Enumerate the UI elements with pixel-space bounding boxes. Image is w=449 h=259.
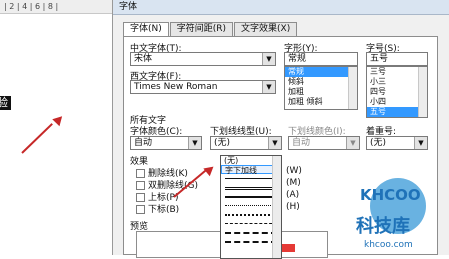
- scrollbar[interactable]: [272, 156, 281, 258]
- list-item[interactable]: 加粗 倾斜: [285, 97, 357, 107]
- dialog-title: 字体: [113, 0, 449, 15]
- size-list[interactable]: 三号 小三 四号 小四 五号: [366, 66, 428, 118]
- underline-value: (无): [214, 138, 231, 148]
- underline-dropdown[interactable]: (无) 字下加线: [220, 155, 282, 259]
- chinese-font-select[interactable]: 宋体 ▼: [130, 52, 276, 66]
- chevron-down-icon[interactable]: ▼: [346, 137, 359, 149]
- effect-right-label: (A): [286, 190, 300, 200]
- scrollbar[interactable]: [348, 67, 357, 109]
- font-color-value: 自动: [134, 138, 153, 148]
- style-input[interactable]: 常规: [284, 52, 358, 66]
- tab-spacing[interactable]: 字符间距(R): [169, 22, 234, 36]
- font-color-select[interactable]: 自动 ▼: [130, 136, 202, 150]
- selected-text[interactable]: 验: [0, 96, 11, 110]
- effect-right-label: (W): [286, 166, 302, 176]
- dialog-tabs: 字体(N) 字符间距(R) 文字效果(X): [123, 22, 298, 38]
- chevron-down-icon[interactable]: ▼: [268, 137, 281, 149]
- style-list[interactable]: 常规 倾斜 加粗 加粗 倾斜: [284, 66, 358, 110]
- chevron-down-icon[interactable]: ▼: [188, 137, 201, 149]
- chevron-down-icon[interactable]: ▼: [262, 81, 275, 93]
- chinese-font-value: 宋体: [134, 54, 153, 64]
- watermark-logo-text: KHCOO: [360, 186, 421, 204]
- western-font-value: Times New Roman: [134, 82, 218, 92]
- underline-color-value: 自动: [292, 138, 311, 148]
- watermark-logo-url: khcoo.com: [364, 240, 413, 250]
- underline-select[interactable]: (无) ▼: [210, 136, 282, 150]
- size-input[interactable]: 五号: [366, 52, 428, 66]
- chevron-down-icon[interactable]: ▼: [262, 53, 275, 65]
- list-item[interactable]: 常规: [285, 67, 357, 77]
- scrollbar[interactable]: [418, 67, 427, 117]
- underline-color-select[interactable]: 自动 ▼: [288, 136, 360, 150]
- watermark-logo-cn: 科技库: [356, 216, 410, 237]
- subscript-checkbox[interactable]: 下标(B): [136, 202, 179, 215]
- effect-right-label: (H): [286, 202, 300, 212]
- list-item[interactable]: 倾斜: [285, 77, 357, 87]
- emphasis-value: (无): [370, 138, 387, 148]
- effect-right-label: (M): [286, 178, 301, 188]
- style-value: 常规: [288, 54, 307, 64]
- ruler: | 2 | 4 | 6 | 8 |: [0, 0, 112, 14]
- list-item[interactable]: 加粗: [285, 87, 357, 97]
- document-area: | 2 | 4 | 6 | 8 | 验: [0, 0, 112, 255]
- western-font-select[interactable]: Times New Roman ▼: [130, 80, 276, 94]
- chevron-down-icon[interactable]: ▼: [414, 137, 427, 149]
- checkbox-label: 下标(B): [148, 205, 180, 215]
- tab-effects[interactable]: 文字效果(X): [234, 22, 298, 36]
- emphasis-select[interactable]: (无) ▼: [366, 136, 428, 150]
- size-value: 五号: [370, 54, 389, 64]
